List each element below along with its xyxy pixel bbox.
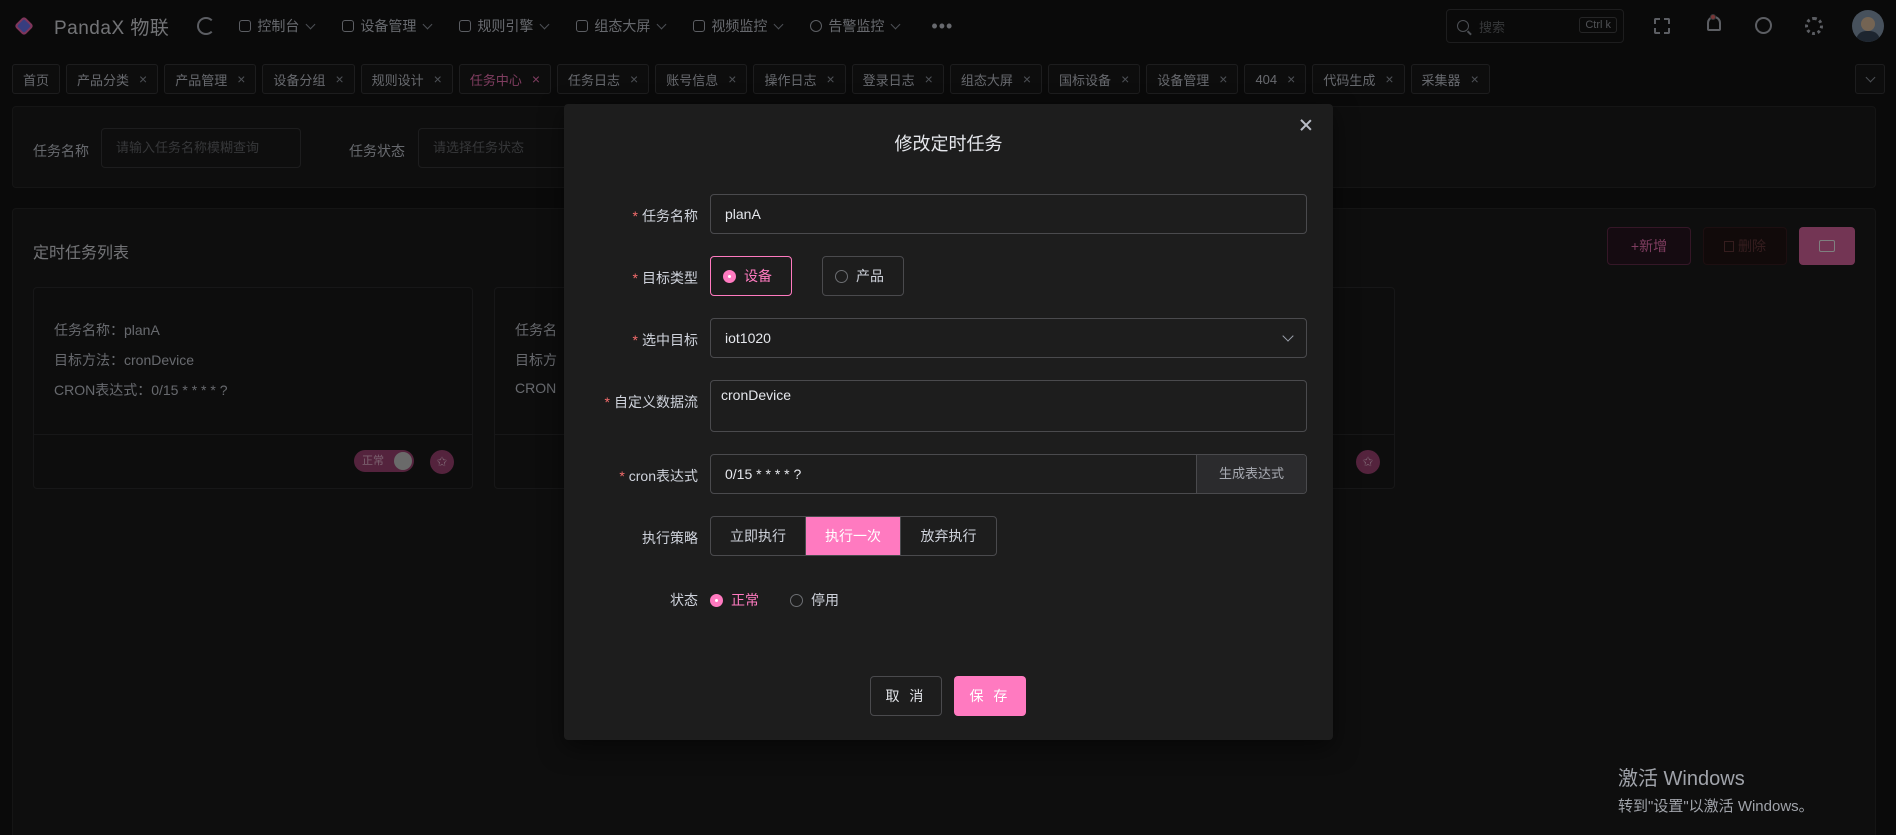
strategy-immediate[interactable]: 立即执行 bbox=[711, 517, 806, 555]
task-name-input[interactable]: planA bbox=[710, 194, 1307, 234]
strategy-abandon[interactable]: 放弃执行 bbox=[901, 517, 996, 555]
save-button[interactable]: 保 存 bbox=[954, 676, 1026, 716]
strategy-label: 执行策略 bbox=[642, 530, 698, 546]
cron-input[interactable]: 0/15 * * * * ? 生成表达式 bbox=[710, 454, 1307, 494]
dataflow-label: * 自定义数据流 bbox=[604, 394, 698, 410]
target-type-label: * 目标类型 bbox=[632, 270, 698, 286]
generate-cron-button[interactable]: 生成表达式 bbox=[1196, 455, 1306, 493]
strategy-once[interactable]: 执行一次 bbox=[806, 517, 901, 555]
target-type-device-radio[interactable]: 设备 bbox=[710, 256, 792, 296]
status-normal-radio[interactable]: 正常 bbox=[710, 590, 759, 610]
dataflow-textarea[interactable]: cronDevice bbox=[710, 380, 1307, 432]
dialog-title: 修改定时任务 bbox=[894, 134, 1003, 154]
chevron-down-icon bbox=[1282, 330, 1294, 342]
target-label: * 选中目标 bbox=[632, 332, 698, 348]
status-disabled-radio[interactable]: 停用 bbox=[790, 590, 839, 610]
strategy-radio-group: 立即执行 执行一次 放弃执行 bbox=[710, 516, 997, 556]
target-type-product-radio[interactable]: 产品 bbox=[822, 256, 904, 296]
windows-activation-watermark: 激活 Windows 转到"设置"以激活 Windows。 bbox=[1618, 768, 1814, 815]
status-label: 状态 bbox=[670, 592, 698, 608]
cron-label: * cron表达式 bbox=[619, 468, 698, 484]
task-name-label: * 任务名称 bbox=[632, 208, 698, 224]
cancel-button[interactable]: 取 消 bbox=[870, 676, 942, 716]
close-icon[interactable] bbox=[1299, 118, 1313, 132]
target-select[interactable]: iot1020 bbox=[710, 318, 1307, 358]
edit-task-dialog: 修改定时任务 * 任务名称 planA * 目标类型 设备 产品 * 选中目标 iot… bbox=[564, 104, 1333, 740]
